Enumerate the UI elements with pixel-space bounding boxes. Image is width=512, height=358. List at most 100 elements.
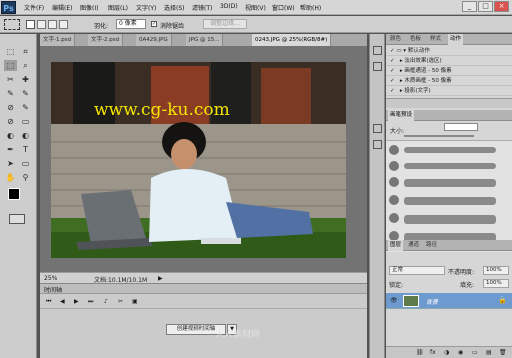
action-row[interactable]: ✓ ▸ 画框通道 - 50 像素 [386, 66, 512, 76]
history-brush-tool-icon[interactable]: ✎ [19, 102, 32, 113]
brush-preset-stroke[interactable] [404, 215, 496, 224]
trash-icon[interactable]: 🗑 [499, 349, 507, 356]
tab-swatches[interactable]: 色板 [408, 34, 423, 45]
artboard-tool-icon[interactable]: ⌗ [19, 46, 32, 57]
menu-window[interactable]: 窗口(W) [272, 3, 295, 12]
eye-icon[interactable]: 👁 [390, 297, 398, 304]
maximize-button[interactable]: □ [478, 1, 493, 12]
zoom-level[interactable]: 25% [44, 275, 57, 282]
antialias-checkbox[interactable]: ✓ [151, 21, 157, 27]
menu-image[interactable]: 图像(I) [80, 3, 98, 12]
close-button[interactable]: × [494, 1, 509, 12]
tab-actions[interactable]: 动作 [448, 34, 464, 45]
tab-layers[interactable]: 图层 [388, 240, 404, 251]
tab-channels[interactable]: 通道 [406, 240, 421, 251]
eraser-tool-icon[interactable]: ⊘ [4, 116, 17, 127]
hand-tool-icon[interactable]: ✋ [4, 172, 17, 183]
mask-icon[interactable]: ◉ [458, 349, 463, 356]
action-row[interactable]: ✓ ▸ 投影(文字) [386, 86, 512, 96]
lasso-tool-icon[interactable]: ⌕ [19, 60, 32, 71]
brush-preset-stroke[interactable] [404, 163, 496, 169]
brush-preset-stroke[interactable] [404, 147, 496, 153]
subtract-selection-icon[interactable] [48, 20, 57, 29]
type-tool-icon[interactable]: T [19, 144, 32, 155]
opacity-input[interactable]: 100% [483, 266, 509, 275]
brush-tip-icon[interactable] [389, 213, 399, 223]
tab-brush-presets[interactable]: 画笔预设 [388, 110, 415, 121]
menu-3d[interactable]: 3D(D) [220, 3, 238, 10]
menu-filter[interactable]: 滤镜(T) [192, 3, 212, 12]
split-icon[interactable]: ✂ [118, 298, 123, 305]
link-layers-icon[interactable]: ⛓ [416, 349, 424, 356]
tab-styles[interactable]: 样式 [428, 34, 443, 45]
menu-select[interactable]: 选择(S) [164, 3, 185, 12]
menu-help[interactable]: 帮助(H) [300, 3, 321, 12]
dodge-tool-icon[interactable]: ◐ [19, 130, 32, 141]
first-frame-icon[interactable]: ⏮ [46, 298, 51, 306]
menu-file[interactable]: 文件(F) [24, 3, 44, 12]
brush-preset-stroke[interactable] [404, 197, 496, 205]
brush-preset-stroke[interactable] [404, 179, 496, 187]
tab-document-active[interactable]: 0243.JPG @ 25%(RGB/8#) [252, 34, 332, 46]
menu-edit[interactable]: 编辑(E) [52, 3, 72, 12]
brush-tip-icon[interactable] [389, 177, 399, 187]
action-row[interactable]: ✓ ▸ 木质画框 - 50 像素 [386, 76, 512, 86]
layer-name[interactable]: 背景 [426, 297, 438, 306]
menu-layer[interactable]: 图层(L) [108, 3, 128, 12]
prev-frame-icon[interactable]: ◀ [60, 298, 65, 305]
fx-icon[interactable]: fx [430, 349, 436, 356]
quick-mask-icon[interactable] [9, 214, 25, 224]
status-arrow-icon[interactable]: ▶ [158, 275, 163, 282]
brush-panel-icon[interactable] [373, 124, 382, 133]
tab-document[interactable]: 文字-1.psd [40, 34, 76, 46]
fill-input[interactable]: 100% [483, 279, 509, 288]
tab-document[interactable]: JPG @ 15... [186, 34, 224, 46]
tab-paths[interactable]: 路径 [424, 240, 439, 251]
action-row[interactable]: ✓ ▸ 淡出效果(选区) [386, 56, 512, 66]
menu-view[interactable]: 视图(V) [245, 3, 266, 12]
properties-panel-icon[interactable] [373, 62, 382, 71]
layer-row-background[interactable]: 👁 背景 🔒 [386, 293, 512, 309]
brush-tip-icon[interactable] [389, 195, 399, 205]
brush-size-slider[interactable] [404, 135, 474, 137]
move-tool-icon[interactable]: ⬚ [4, 46, 17, 57]
add-selection-icon[interactable] [37, 20, 46, 29]
pen-tool-icon[interactable]: ✒ [4, 144, 17, 155]
transition-icon[interactable]: ▣ [132, 298, 138, 305]
tab-color[interactable]: 颜色 [388, 34, 403, 45]
brush-tip-icon[interactable] [389, 161, 399, 171]
adjustment-layer-icon[interactable]: ◑ [444, 349, 449, 356]
tab-document[interactable]: 0A429.JPG [136, 34, 172, 46]
marquee-tool-icon[interactable]: ⬚ [4, 60, 17, 71]
minimize-button[interactable]: _ [462, 1, 477, 12]
shape-tool-icon[interactable]: ▭ [19, 158, 32, 169]
healing-tool-icon[interactable]: ✎ [4, 88, 17, 99]
brush-tip-icon[interactable] [389, 145, 399, 155]
eyedropper-tool-icon[interactable]: ✚ [19, 74, 32, 85]
brush-tool-icon[interactable]: ✎ [19, 88, 32, 99]
history-panel-icon[interactable] [373, 46, 382, 55]
crop-tool-icon[interactable]: ✂ [4, 74, 17, 85]
gradient-tool-icon[interactable]: ▭ [19, 116, 32, 127]
clone-source-icon[interactable] [373, 140, 382, 149]
intersect-selection-icon[interactable] [59, 20, 68, 29]
play-icon[interactable]: ▶ [74, 298, 79, 305]
blend-mode-select[interactable]: 正常 [389, 266, 445, 275]
new-group-icon[interactable]: ▭ [472, 349, 478, 356]
new-selection-icon[interactable] [26, 20, 35, 29]
menu-type[interactable]: 文字(Y) [136, 3, 156, 12]
document-image[interactable] [51, 62, 346, 258]
blur-tool-icon[interactable]: ◐ [4, 130, 17, 141]
foreground-color-swatch[interactable] [8, 188, 20, 200]
path-select-tool-icon[interactable]: ➤ [4, 158, 17, 169]
new-layer-icon[interactable]: ▤ [486, 349, 492, 356]
feather-input[interactable]: 0 像素 [116, 19, 146, 29]
marquee-tool-preset-icon[interactable] [4, 19, 20, 30]
refine-edge-button[interactable]: 调整边缘... [203, 19, 247, 29]
next-frame-icon[interactable]: ⏭ [88, 298, 93, 306]
stamp-tool-icon[interactable]: ⊘ [4, 102, 17, 113]
brush-size-input[interactable] [444, 123, 478, 131]
audio-icon[interactable]: ♪ [104, 298, 108, 305]
zoom-tool-icon[interactable]: ⚲ [19, 172, 32, 183]
tab-document[interactable]: 文字-2.psd [88, 34, 124, 46]
